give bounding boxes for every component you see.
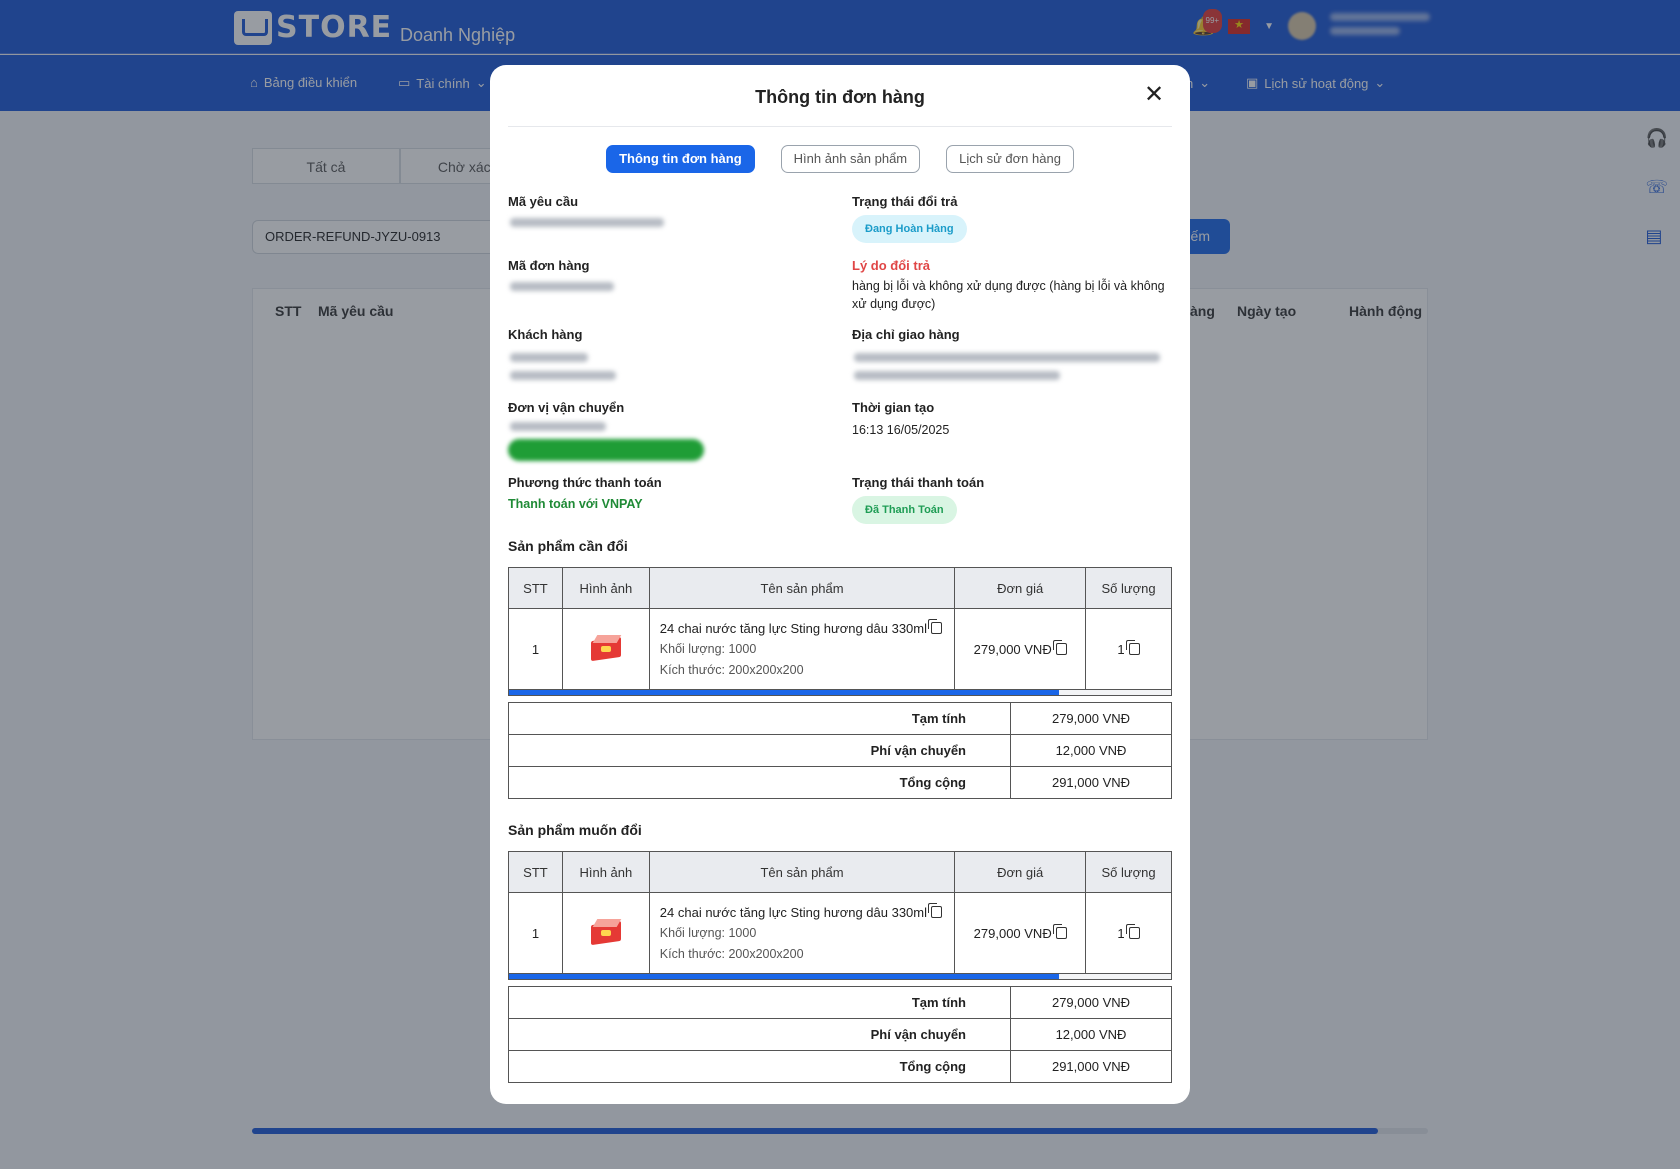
product-thumbnail[interactable] [589, 634, 623, 661]
copy-icon[interactable] [1052, 923, 1067, 939]
column-header-price: Đơn giá [954, 851, 1087, 893]
column-header-name: Tên sản phẩm [648, 567, 956, 609]
copy-icon[interactable] [1125, 639, 1140, 655]
request-code-blurred [510, 218, 664, 227]
product-name: 24 chai nước tăng lực Sting hương dâu 33… [659, 620, 927, 636]
product-price: 279,000 VNĐ [973, 641, 1052, 657]
copy-icon[interactable] [1052, 639, 1067, 655]
copy-icon[interactable] [928, 618, 942, 634]
table-scrollbar[interactable] [508, 973, 1172, 980]
modal-tabs: Thông tin đơn hàng Hình ảnh sản phẩm Lịc… [490, 145, 1190, 173]
product-image-cell [561, 892, 650, 974]
shipping-unit-blurred [510, 422, 606, 431]
order-code-label: Mã đơn hàng [508, 258, 590, 273]
created-time-label: Thời gian tạo [852, 400, 935, 415]
product-weight: Khối lượng: 1000 [659, 641, 757, 656]
column-header-image: Hình ảnh [561, 851, 650, 893]
customer-label: Khách hàng [508, 327, 583, 342]
column-header-image: Hình ảnh [561, 567, 650, 609]
subtotal-label: Tạm tính [508, 986, 1011, 1019]
wanted-products-title: Sản phẩm muốn đổi [508, 822, 642, 838]
product-price-cell: 279,000 VNĐ [954, 892, 1087, 974]
order-code-blurred [510, 282, 614, 291]
total-value: 291,000 VNĐ [1010, 766, 1172, 799]
return-status-badge: Đang Hoàn Hàng [852, 215, 967, 243]
product-price: 279,000 VNĐ [973, 925, 1052, 941]
payment-method-label: Phương thức thanh toán [508, 475, 662, 490]
order-info-modal: Thông tin đơn hàng ✕ Thông tin đơn hàng … [490, 65, 1190, 1104]
tracking-code-badge[interactable] [508, 439, 704, 461]
product-image-cell [561, 608, 650, 690]
customer-name-blurred [510, 353, 588, 362]
address-line-blurred [854, 353, 1160, 362]
product-weight: Khối lượng: 1000 [659, 925, 757, 940]
shipping-fee-label: Phí vận chuyển [508, 1018, 1011, 1051]
shipping-fee-value: 12,000 VNĐ [1010, 734, 1172, 767]
modal-title: Thông tin đơn hàng [755, 87, 925, 107]
shipping-address-label: Địa chỉ giao hàng [852, 327, 960, 342]
column-header-quantity: Số lượng [1085, 851, 1172, 893]
scrollbar-thumb[interactable] [509, 974, 1059, 979]
column-header-name: Tên sản phẩm [648, 851, 956, 893]
product-name-cell: 24 chai nước tăng lực Sting hương dâu 33… [648, 892, 956, 974]
subtotal-label: Tạm tính [508, 702, 1011, 735]
row-stt: 1 [508, 608, 563, 690]
return-status-label: Trạng thái đổi trả [852, 194, 958, 209]
product-size: Kích thước: 200x200x200 [659, 662, 804, 677]
subtotal-value: 279,000 VNĐ [1010, 986, 1172, 1019]
payment-status-label: Trạng thái thanh toán [852, 475, 985, 490]
subtotal-value: 279,000 VNĐ [1010, 702, 1172, 735]
product-quantity: 1 [1117, 925, 1125, 941]
total-label: Tổng cộng [508, 766, 1011, 799]
total-label: Tổng cộng [508, 1050, 1011, 1083]
column-header-quantity: Số lượng [1085, 567, 1172, 609]
exchange-products-title: Sản phẩm cần đổi [508, 538, 628, 554]
table-row: 1 24 chai nước tăng lực Sting hương dâu … [508, 892, 1172, 974]
product-price-cell: 279,000 VNĐ [954, 608, 1087, 690]
wanted-totals-table: Tạm tính 279,000 VNĐ Phí vận chuyển 12,000… [508, 986, 1172, 1083]
product-name: 24 chai nước tăng lực Sting hương dâu 33… [659, 904, 927, 920]
customer-email-blurred [510, 371, 616, 380]
product-quantity-cell: 1 [1085, 892, 1172, 974]
table-scrollbar[interactable] [508, 689, 1172, 696]
copy-icon[interactable] [1125, 923, 1140, 939]
request-code-label: Mã yêu cầu [508, 194, 579, 209]
exchange-products-table: STT Hình ảnh Tên sản phẩm Đơn giá Số lượ… [508, 567, 1172, 690]
product-thumbnail[interactable] [589, 918, 623, 945]
shipping-fee-value: 12,000 VNĐ [1010, 1018, 1172, 1051]
payment-method-value: Thanh toán với VNPAY [508, 497, 643, 511]
created-time-value: 16:13 16/05/2025 [852, 423, 950, 437]
payment-status-badge: Đã Thanh Toán [852, 496, 957, 524]
return-reason-label: Lý do đổi trả [852, 258, 930, 273]
shipping-unit-label: Đơn vị vận chuyển [508, 400, 625, 415]
total-value: 291,000 VNĐ [1010, 1050, 1172, 1083]
close-icon[interactable]: ✕ [1142, 83, 1166, 107]
column-header-price: Đơn giá [954, 567, 1087, 609]
product-quantity: 1 [1117, 641, 1125, 657]
tab-order-history[interactable]: Lịch sử đơn hàng [946, 145, 1074, 173]
tab-product-images[interactable]: Hình ảnh sản phẩm [780, 145, 921, 173]
column-header-stt: STT [508, 567, 563, 609]
divider [508, 126, 1172, 127]
row-stt: 1 [508, 892, 563, 974]
return-reason-text: hàng bị lỗi và không xử dụng được (hàng … [852, 279, 1165, 311]
wanted-products-table: STT Hình ảnh Tên sản phẩm Đơn giá Số lượ… [508, 851, 1172, 974]
product-name-cell: 24 chai nước tăng lực Sting hương dâu 33… [648, 608, 956, 690]
scrollbar-thumb[interactable] [509, 690, 1059, 695]
column-header-stt: STT [508, 851, 563, 893]
product-quantity-cell: 1 [1085, 608, 1172, 690]
shipping-fee-label: Phí vận chuyển [508, 734, 1011, 767]
tab-order-info[interactable]: Thông tin đơn hàng [606, 145, 755, 173]
address-line-blurred [854, 371, 1060, 380]
copy-icon[interactable] [928, 902, 942, 918]
exchange-totals-table: Tạm tính 279,000 VNĐ Phí vận chuyển 12,000… [508, 702, 1172, 799]
table-row: 1 24 chai nước tăng lực Sting hương dâu … [508, 608, 1172, 690]
product-size: Kích thước: 200x200x200 [659, 946, 804, 961]
